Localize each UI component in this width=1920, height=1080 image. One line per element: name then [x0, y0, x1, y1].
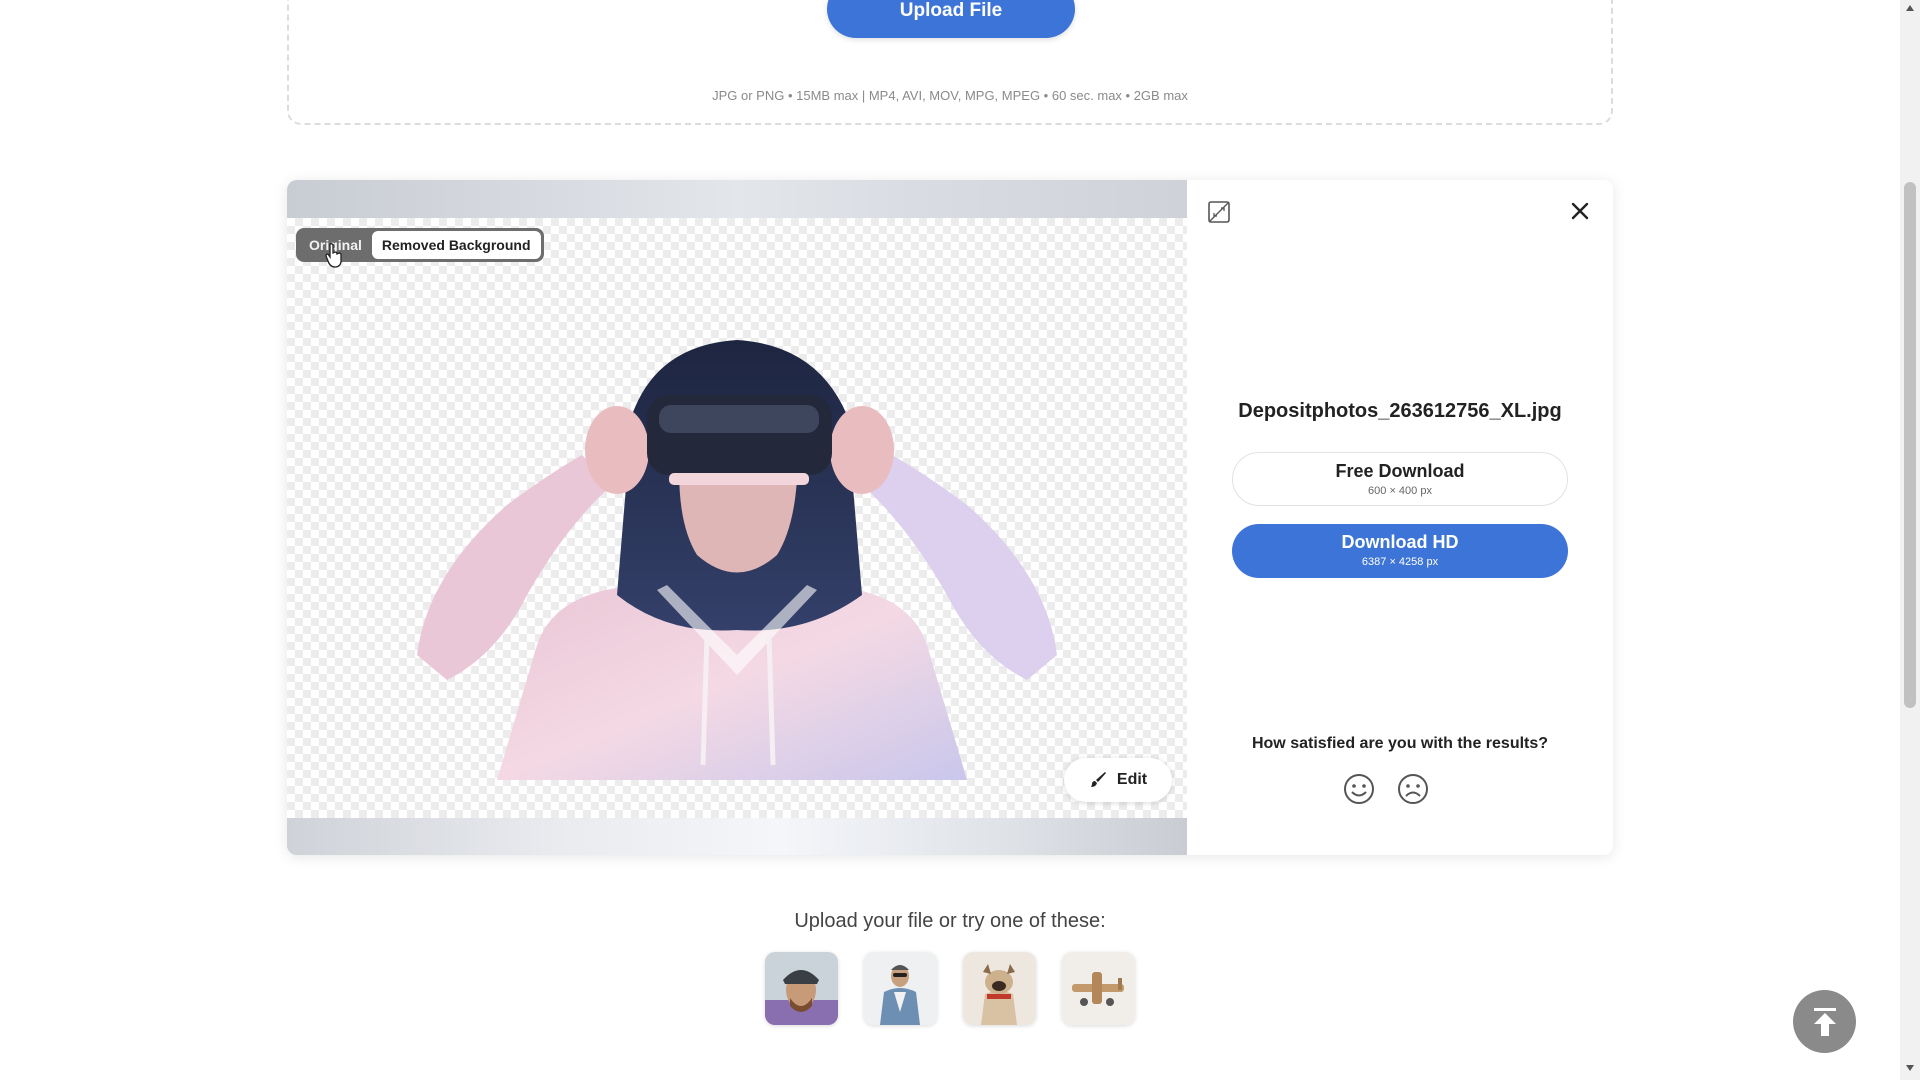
frown-icon[interactable] — [1397, 773, 1429, 805]
sample-dog[interactable] — [963, 952, 1036, 1025]
upload-file-button[interactable]: Upload File — [827, 0, 1075, 38]
sample-man[interactable] — [864, 952, 937, 1025]
brush-icon — [1090, 772, 1106, 787]
scroll-down-arrow-icon[interactable] — [1905, 1064, 1915, 1072]
free-download-button[interactable]: Free Download 600 × 400 px — [1232, 452, 1568, 506]
smile-icon[interactable] — [1343, 773, 1375, 805]
free-download-size: 600 × 400 px — [1368, 485, 1432, 497]
image-preview: Original Removed Background Edit — [287, 180, 1187, 855]
sample-cyclist[interactable] — [765, 952, 838, 1025]
close-icon[interactable] — [1571, 202, 1589, 220]
sample-airplane-image — [1062, 952, 1135, 1025]
result-image — [417, 340, 1057, 780]
scroll-to-top-icon — [1813, 1007, 1836, 1036]
sample-dog-image — [963, 952, 1036, 1025]
toggle-removed-background[interactable]: Removed Background — [371, 231, 541, 259]
compare-icon[interactable] — [1207, 200, 1231, 224]
sample-cyclist-image — [765, 952, 838, 1025]
supported-formats-text: JPG or PNG • 15MB max | MP4, AVI, MOV, M… — [712, 88, 1188, 103]
cursor-icon — [325, 243, 342, 268]
sample-airplane[interactable] — [1062, 952, 1135, 1025]
preview-bottom-band — [287, 818, 1187, 855]
file-name: Depositphotos_263612756_XL.jpg — [1238, 400, 1562, 422]
samples-prompt: Upload your file or try one of these: — [794, 910, 1106, 932]
feedback-question: How satisfied are you with the results? — [1251, 735, 1549, 752]
scroll-to-top-button[interactable] — [1793, 990, 1856, 1053]
edit-label: Edit — [1116, 771, 1148, 788]
download-hd-size: 6387 × 4258 px — [1361, 556, 1439, 568]
sample-images — [765, 952, 1135, 1025]
edit-button[interactable]: Edit — [1064, 758, 1172, 802]
scroll-up-arrow-icon[interactable] — [1905, 4, 1915, 12]
result-side-panel: Depositphotos_263612756_XL.jpg Free Down… — [1187, 180, 1613, 855]
page-scrollbar[interactable] — [1900, 0, 1920, 1080]
result-card: Original Removed Background Edit Deposit… — [287, 180, 1613, 855]
scrollbar-thumb[interactable] — [1904, 182, 1916, 708]
download-hd-button[interactable]: Download HD 6387 × 4258 px — [1232, 524, 1568, 578]
download-hd-label: Download HD — [1341, 532, 1459, 552]
sample-man-image — [864, 952, 937, 1025]
free-download-label: Free Download — [1335, 461, 1465, 481]
